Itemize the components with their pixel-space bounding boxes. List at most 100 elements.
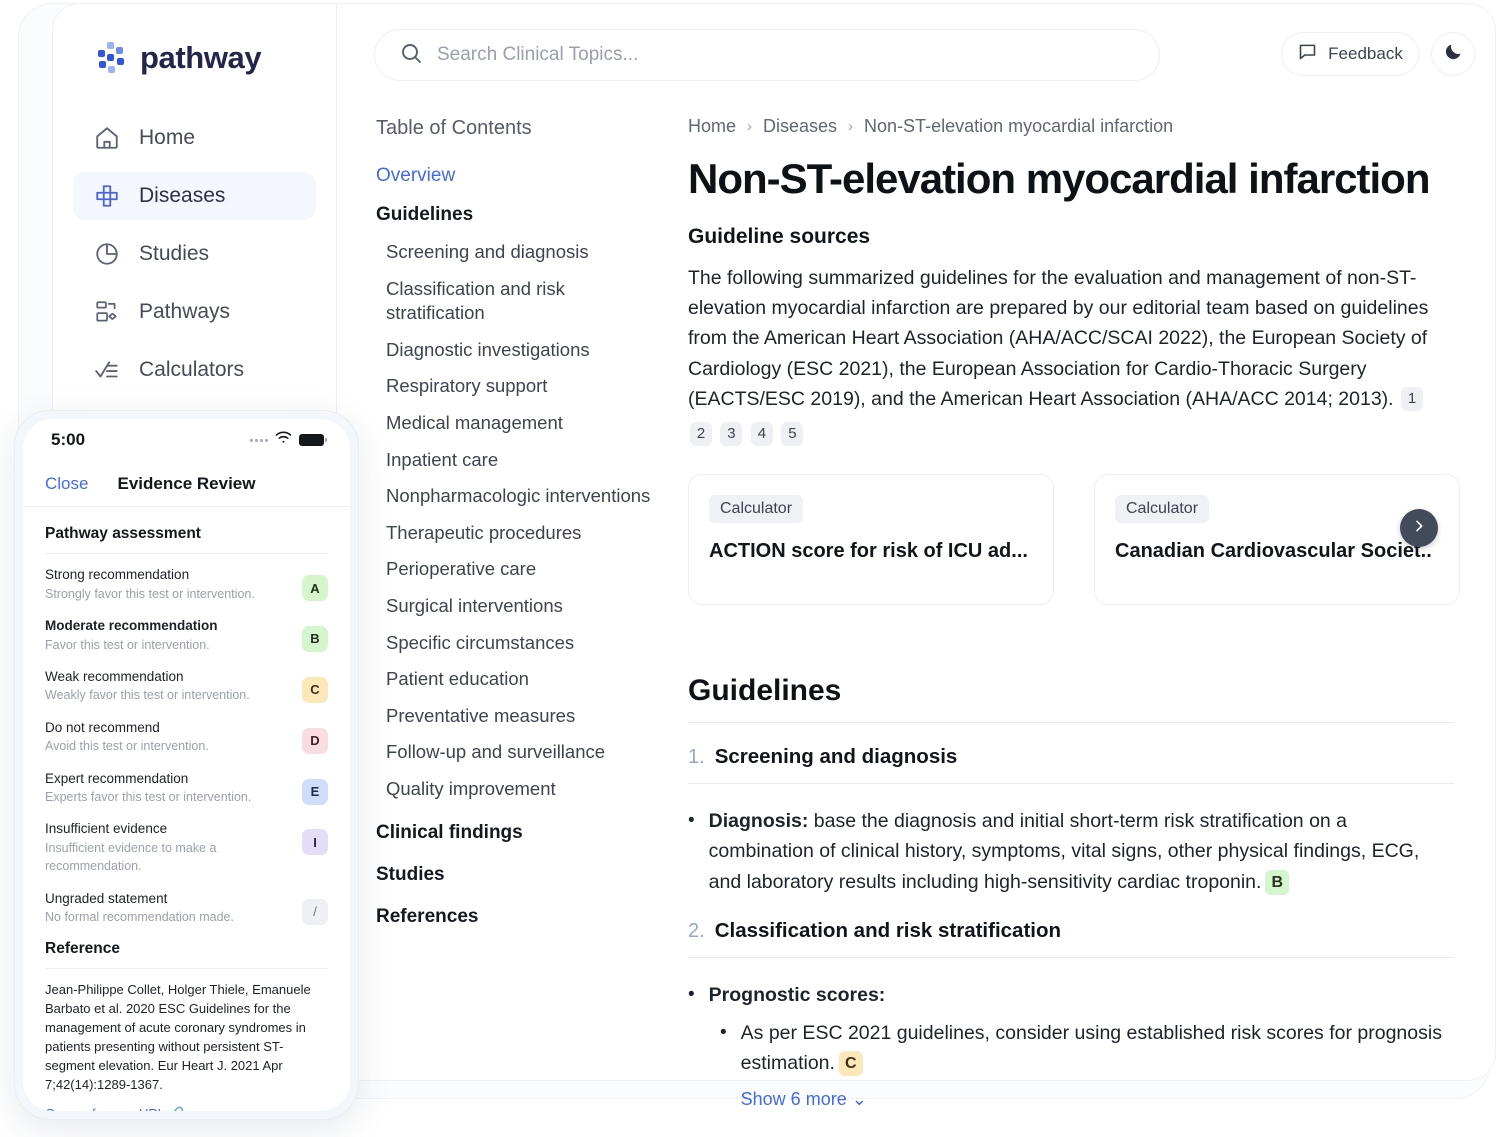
bullet-lead: Diagnosis: xyxy=(709,810,809,832)
recommendation-title: Moderate recommendation xyxy=(45,618,218,633)
evidence-grade-badge[interactable]: B xyxy=(1265,870,1289,895)
toc-item-nonpharmacologic-interventions[interactable]: Nonpharmacologic interventions xyxy=(386,484,666,509)
toc-item-screening-and-diagnosis[interactable]: Screening and diagnosis xyxy=(386,240,666,265)
recommendation-title: Do not recommend xyxy=(45,720,160,735)
recommendation-title: Strong recommendation xyxy=(45,567,189,582)
guideline-section-1[interactable]: 1. Screening and diagnosis xyxy=(688,745,1454,769)
phone-status-bar: 5:00 xyxy=(23,419,350,461)
reference-chip[interactable]: 4 xyxy=(751,422,773,446)
divider xyxy=(688,783,1454,784)
bullet-body: Diagnosis: base the diagnosis and initia… xyxy=(709,806,1454,897)
toc-item-preventative-measures[interactable]: Preventative measures xyxy=(386,704,666,729)
main-content: Home › Diseases › Non-ST-elevation myoca… xyxy=(688,116,1454,1114)
reference-chip[interactable]: 1 xyxy=(1401,387,1423,411)
carousel-next-button[interactable] xyxy=(1400,509,1438,547)
guideline-sources-text: The following summarized guidelines for … xyxy=(688,263,1454,414)
search-bar[interactable]: Search Clinical Topics... xyxy=(374,29,1160,81)
calculator-title: ACTION score for risk of ICU ad... xyxy=(709,540,1033,563)
toc-item-respiratory-support[interactable]: Respiratory support xyxy=(386,374,666,399)
guideline-sources-heading: Guideline sources xyxy=(688,225,1454,249)
app-root: pathway Home Diseases Studies xyxy=(0,0,1500,1137)
recommendation-desc: Strongly favor this test or intervention… xyxy=(45,587,255,601)
recommendation-row[interactable]: Ungraded statement No formal recommendat… xyxy=(45,890,328,927)
calculator-card[interactable]: Calculator ACTION score for risk of ICU … xyxy=(688,474,1054,605)
toc-group-studies[interactable]: Studies xyxy=(376,864,666,886)
recommendation-row[interactable]: Do not recommend Avoid this test or inte… xyxy=(45,719,328,756)
checklist-icon xyxy=(93,356,121,384)
bullet-item: • Prognostic scores: xyxy=(688,980,1454,1010)
recommendation-row[interactable]: Strong recommendation Strongly favor thi… xyxy=(45,566,328,603)
divider xyxy=(45,553,328,554)
topbar: Search Clinical Topics... Feedback xyxy=(360,18,1480,90)
guidelines-heading: Guidelines xyxy=(688,674,1454,708)
toc-group-clinical-findings[interactable]: Clinical findings xyxy=(376,822,666,844)
home-icon xyxy=(93,124,121,152)
toc-item-quality-improvement[interactable]: Quality improvement xyxy=(386,777,666,802)
toc-title: Table of Contents xyxy=(376,117,666,140)
toc-item-overview[interactable]: Overview xyxy=(376,165,666,187)
bullet-dot-icon: • xyxy=(720,1018,727,1114)
section-number: 2. xyxy=(688,920,705,943)
toc-item-inpatient-care[interactable]: Inpatient care xyxy=(386,448,666,473)
sidebar-item-pathways[interactable]: Pathways xyxy=(73,288,316,336)
toc-item-follow-up-and-surveillance[interactable]: Follow-up and surveillance xyxy=(386,740,666,765)
toc-item-perioperative-care[interactable]: Perioperative care xyxy=(386,557,666,582)
brand-name: pathway xyxy=(140,40,261,76)
recommendation-text: Ungraded statement No formal recommendat… xyxy=(45,890,292,927)
divider xyxy=(688,957,1454,958)
guideline-section-2[interactable]: 2. Classification and risk stratificatio… xyxy=(688,919,1454,943)
toc-item-diagnostic-investigations[interactable]: Diagnostic investigations xyxy=(386,338,666,363)
reference-chip[interactable]: 3 xyxy=(720,422,742,446)
cross-plus-icon xyxy=(93,182,121,210)
sidebar-item-home[interactable]: Home xyxy=(73,114,316,162)
moon-icon xyxy=(1443,41,1464,67)
sidebar-item-label: Diseases xyxy=(139,184,225,208)
sidebar-item-diseases[interactable]: Diseases xyxy=(73,172,316,220)
recommendation-desc: Insufficient evidence to make a recommen… xyxy=(45,841,216,873)
toc-item-medical-management[interactable]: Medical management xyxy=(386,411,666,436)
toc-item-patient-education[interactable]: Patient education xyxy=(386,667,666,692)
grade-badge: C xyxy=(302,677,328,703)
recommendation-row[interactable]: Expert recommendation Experts favor this… xyxy=(45,770,328,807)
pie-chart-icon xyxy=(93,240,121,268)
chevron-right-icon xyxy=(1411,518,1427,539)
recommendation-row[interactable]: Weak recommendation Weakly favor this te… xyxy=(45,668,328,705)
guideline-bullets: • Diagnosis: base the diagnosis and init… xyxy=(688,806,1454,897)
theme-toggle-button[interactable] xyxy=(1431,32,1475,76)
recommendation-text: Weak recommendation Weakly favor this te… xyxy=(45,668,292,705)
feedback-label: Feedback xyxy=(1328,44,1403,64)
toc-item-surgical-interventions[interactable]: Surgical interventions xyxy=(386,594,666,619)
feedback-button[interactable]: Feedback xyxy=(1281,32,1419,76)
toc-group-guidelines[interactable]: Guidelines xyxy=(376,204,666,226)
recommendation-row[interactable]: Insufficient evidence Insufficient evide… xyxy=(45,820,328,875)
show-more-button[interactable]: Show 6 more ⌄ xyxy=(741,1086,1454,1114)
close-button[interactable]: Close xyxy=(45,474,88,494)
toc-item-classification-and-risk-stratification[interactable]: Classification and risk stratification xyxy=(386,277,666,326)
reference-chip[interactable]: 2 xyxy=(690,422,712,446)
toc-item-therapeutic-procedures[interactable]: Therapeutic procedures xyxy=(386,521,666,546)
breadcrumb-diseases[interactable]: Diseases xyxy=(763,116,837,137)
chevron-down-icon: ⌄ xyxy=(852,1089,867,1109)
search-input[interactable]: Search Clinical Topics... xyxy=(437,44,638,66)
recommendation-title: Weak recommendation xyxy=(45,669,184,684)
status-icon-group xyxy=(250,431,324,449)
recommendation-row[interactable]: Moderate recommendation Favor this test … xyxy=(45,617,328,654)
toc-item-specific-circumstances[interactable]: Specific circumstances xyxy=(386,631,666,656)
flowchart-icon xyxy=(93,298,121,326)
link-icon: 🔗 xyxy=(168,1106,184,1111)
toc-group-references[interactable]: References xyxy=(376,906,666,928)
calculator-title: Canadian Cardiovascular Societ.. xyxy=(1115,540,1439,563)
grade-badge: A xyxy=(302,575,328,601)
sidebar-item-studies[interactable]: Studies xyxy=(73,230,316,278)
sidebar-item-calculators[interactable]: Calculators xyxy=(73,346,316,394)
guideline-bullets: • Prognostic scores: • As per ESC 2021 g… xyxy=(688,980,1454,1115)
brand-logo[interactable]: pathway xyxy=(53,32,336,84)
section-number: 1. xyxy=(688,746,705,769)
divider xyxy=(688,722,1454,723)
recommendation-desc: Avoid this test or intervention. xyxy=(45,739,209,753)
breadcrumb-home[interactable]: Home xyxy=(688,116,736,137)
reference-chip[interactable]: 5 xyxy=(781,422,803,446)
show-more-label: Show 6 more xyxy=(741,1089,847,1109)
open-reference-url-link[interactable]: Open reference URL 🔗 xyxy=(45,1106,328,1111)
evidence-grade-badge[interactable]: C xyxy=(839,1051,863,1076)
